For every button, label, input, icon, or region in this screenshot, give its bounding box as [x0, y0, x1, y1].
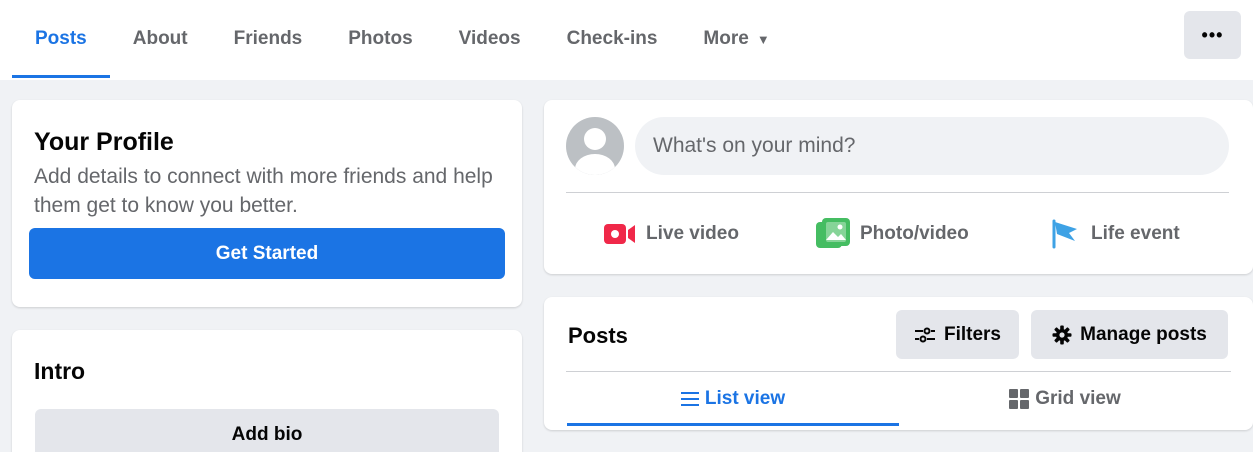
profile-tabs: Posts About Friends Photos Videos Check-… [12, 0, 793, 78]
gear-icon [1052, 325, 1072, 345]
filters-label: Filters [943, 323, 1002, 345]
more-options-icon: ••• [1201, 24, 1224, 45]
photo-video-label: Photo/video [860, 223, 969, 244]
filters-icon [914, 327, 936, 343]
profile-card-description: Add details to connect with more friends… [34, 165, 493, 217]
intro-title: Intro [34, 358, 86, 384]
tab-label: Posts [35, 28, 87, 49]
live-video-button[interactable]: Live video [604, 214, 739, 254]
life-event-label: Life event [1091, 223, 1180, 244]
get-started-label: Get Started [215, 242, 319, 264]
default-avatar-icon [575, 128, 615, 175]
tab-label: More [703, 28, 749, 49]
profile-tab-bar: Posts About Friends Photos Videos Check-… [0, 0, 1253, 80]
intro-card: Intro Add bio [12, 330, 522, 452]
tab-photos[interactable]: Photos [325, 0, 435, 78]
your-profile-card: Your Profile Add details to connect with… [12, 100, 522, 307]
profile-card-title: Your Profile [34, 128, 174, 156]
tab-label: Friends [233, 28, 303, 49]
get-started-button[interactable]: Get Started [29, 228, 505, 279]
tab-list-view[interactable]: List view [567, 373, 899, 426]
life-event-flag-icon [1051, 219, 1081, 249]
live-video-icon [604, 223, 636, 245]
tab-check-ins[interactable]: Check-ins [544, 0, 681, 78]
add-bio-button[interactable]: Add bio [35, 409, 499, 452]
manage-posts-label: Manage posts [1080, 323, 1207, 345]
list-view-label: List view [704, 388, 786, 409]
divider [566, 371, 1231, 372]
manage-posts-button[interactable]: Manage posts [1031, 310, 1228, 359]
life-event-button[interactable]: Life event [1051, 214, 1180, 254]
caret-down-icon: ▼ [756, 31, 770, 47]
add-bio-label: Add bio [231, 424, 303, 445]
grid-view-label: Grid view [1035, 388, 1121, 409]
list-icon [680, 391, 699, 407]
divider [566, 192, 1229, 193]
photo-video-button[interactable]: Photo/video [816, 214, 969, 254]
tab-videos[interactable]: Videos [436, 0, 544, 78]
grid-icon [1009, 389, 1030, 409]
photo-video-icon [816, 218, 850, 250]
whats-on-your-mind-input[interactable]: What's on your mind? [635, 117, 1229, 175]
post-composer: What's on your mind? Live video Photo/vi… [544, 100, 1253, 274]
tab-label: Photos [348, 28, 413, 49]
posts-card: Posts Filters Manage posts List view Gri… [544, 297, 1253, 430]
filters-button[interactable]: Filters [896, 310, 1019, 359]
tab-posts[interactable]: Posts [12, 0, 110, 78]
more-options-button[interactable]: ••• [1184, 11, 1241, 59]
tab-grid-view[interactable]: Grid view [899, 373, 1231, 425]
tab-label: Check-ins [566, 28, 658, 49]
live-video-label: Live video [646, 223, 739, 244]
tab-friends[interactable]: Friends [211, 0, 326, 78]
tab-more[interactable]: More ▼ [680, 0, 792, 78]
composer-placeholder: What's on your mind? [653, 134, 856, 157]
avatar[interactable] [566, 117, 624, 175]
tab-label: Videos [458, 28, 521, 49]
tab-label: About [132, 28, 188, 49]
posts-title: Posts [568, 323, 628, 348]
tab-about[interactable]: About [110, 0, 211, 78]
